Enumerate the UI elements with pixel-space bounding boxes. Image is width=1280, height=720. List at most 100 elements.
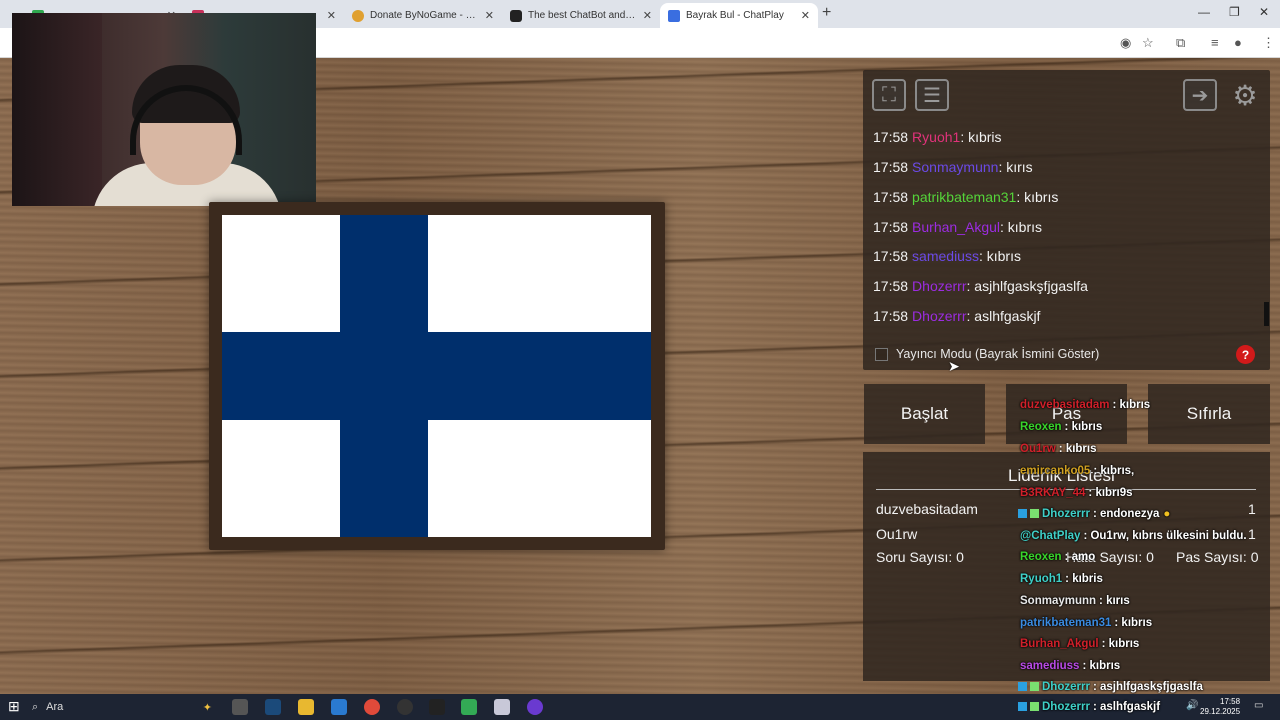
overlay-user: duzvebasitadam	[1020, 399, 1110, 411]
fullscreen-icon[interactable]: ⛶	[872, 79, 906, 111]
task-view-icon[interactable]	[232, 699, 248, 715]
chat-time: 17:58	[873, 308, 909, 324]
mouse-cursor-icon: ➤	[948, 358, 960, 374]
minimize-button[interactable]: —	[1198, 5, 1210, 19]
chat-user: samediuss	[912, 248, 979, 264]
chat-time: 17:58	[873, 189, 909, 205]
list-icon[interactable]: ☰	[915, 79, 949, 111]
file-explorer-icon[interactable]	[298, 699, 314, 715]
app-icon[interactable]	[494, 699, 510, 715]
flag-image	[222, 215, 651, 537]
tab-close-icon[interactable]: ✕	[801, 9, 810, 22]
chat-scrollbar[interactable]	[1264, 302, 1269, 326]
browser-tab-active[interactable]: Bayrak Bul - ChatPlay ✕	[660, 3, 818, 28]
chat-message: 17:58 Burhan_Akgul: kıbrıs	[873, 219, 1042, 235]
overlay-user: Dhozerrr	[1042, 508, 1090, 520]
overlay-text: : kıbrıs	[1064, 421, 1103, 433]
store-icon[interactable]	[331, 699, 347, 715]
overlay-chat-line: Dhozerrr: endonezya ●	[1018, 508, 1170, 520]
overlay-text: : asjhlfgaskşfjgaslfa	[1092, 681, 1203, 693]
notification-icon[interactable]: ▭	[1254, 700, 1263, 711]
leaderboard-name: Ou1rw	[876, 526, 918, 542]
media-control-icon[interactable]: ≡	[1211, 35, 1219, 50]
exit-icon[interactable]: ➔	[1183, 79, 1217, 111]
steam-icon[interactable]	[265, 699, 281, 715]
overlay-text: : kırıs	[1099, 595, 1130, 607]
tab-favicon-icon	[668, 9, 680, 22]
chat-text: : kırıs	[998, 159, 1033, 175]
overlay-user: Reoxen	[1020, 421, 1062, 433]
flag-cross-horizontal	[222, 332, 651, 420]
chat-text: : kıbrıs	[1000, 219, 1043, 235]
chrome-icon[interactable]	[364, 699, 380, 715]
volume-icon[interactable]: 🔊	[1186, 700, 1198, 711]
reset-button[interactable]: Sıfırla	[1148, 384, 1270, 444]
bookmark-star-icon[interactable]: ☆	[1142, 35, 1154, 51]
epic-games-icon[interactable]	[429, 699, 445, 715]
tab-close-icon[interactable]: ✕	[643, 9, 652, 22]
browser-tab-4[interactable]: The best ChatBot and Widgets ✕	[502, 3, 660, 28]
app-icon[interactable]	[397, 699, 413, 715]
windows-start-icon[interactable]: ⊞	[8, 698, 20, 715]
chat-time: 17:58	[873, 159, 909, 175]
chat-message: 17:58 patrikbateman31: kıbrıs	[873, 189, 1058, 205]
overlay-user: samediuss	[1020, 660, 1080, 672]
overlay-chat-line: Reoxen: amo	[1020, 551, 1095, 563]
overlay-user: Reoxen	[1020, 551, 1062, 563]
streamer-mode-checkbox[interactable]	[875, 348, 888, 361]
chat-user: Dhozerrr	[912, 308, 967, 324]
overlay-user: Ryuoh1	[1020, 573, 1063, 585]
browser-tab-3[interactable]: Donate ByNoGame - Gelen/Gi ✕	[344, 3, 502, 28]
obs-icon[interactable]	[527, 699, 543, 715]
eye-off-icon[interactable]: ◉	[1120, 35, 1131, 51]
search-highlight-icon: ✦	[202, 701, 212, 714]
leaderboard-score: 1	[1248, 526, 1256, 542]
overlay-chat-line: patrikbateman31: kıbrıs	[1020, 617, 1152, 629]
leaderboard-name: duzvebasitadam	[876, 501, 978, 517]
overlay-text: : Ou1rw, kıbrıs ülkesini buldu.	[1083, 530, 1247, 542]
pass-button[interactable]: Pas	[1006, 384, 1127, 444]
chat-time: 17:58	[873, 129, 909, 145]
overlay-user: Dhozerrr	[1042, 681, 1090, 693]
extensions-icon[interactable]: ⧉	[1176, 35, 1185, 51]
clock-time: 17:58	[1220, 697, 1241, 706]
tab-favicon-icon	[352, 9, 364, 22]
chat-user: Burhan_Akgul	[912, 219, 1000, 235]
profile-avatar-icon[interactable]: ●	[1234, 35, 1242, 50]
chat-message: 17:58 Ryuoh1: kıbris	[873, 129, 1002, 145]
chat-time: 17:58	[873, 248, 909, 264]
badge-icon	[1018, 682, 1027, 692]
overlay-user: Ou1rw	[1020, 443, 1056, 455]
badge-icon	[1018, 702, 1027, 712]
new-tab-button[interactable]: +	[822, 4, 831, 22]
app-icon[interactable]	[461, 699, 477, 715]
overlay-chat-line: Ou1rw: kıbrıs	[1020, 443, 1097, 455]
overlay-text: : kıbris	[1065, 573, 1103, 585]
overlay-chat-line: @ChatPlay: Ou1rw, kıbrıs ülkesini buldu.	[1020, 530, 1247, 542]
leaderboard-score: 1	[1248, 501, 1256, 517]
chat-message: 17:58 Sonmaymunn: kırıs	[873, 159, 1033, 175]
chat-message: 17:58 Dhozerrr: aslhfgaskjf	[873, 308, 1040, 324]
browser-menu-icon[interactable]: ⋮	[1262, 35, 1275, 51]
overlay-text: : kıbrı9s	[1088, 487, 1133, 499]
streamer-mode-label[interactable]: Yayıncı Modu (Bayrak İsmini Göster)	[896, 347, 1099, 361]
chat-user: Ryuoh1	[912, 129, 961, 145]
tab-close-icon[interactable]: ✕	[485, 9, 494, 22]
chat-message: 17:58 samediuss: kıbrıs	[873, 248, 1021, 264]
help-button[interactable]: ?	[1236, 345, 1255, 364]
gear-icon[interactable]: ⚙	[1228, 79, 1262, 111]
start-button[interactable]: Başlat	[864, 384, 985, 444]
overlay-user: Burhan_Akgul	[1020, 638, 1099, 650]
webcam-overlay	[12, 13, 316, 206]
taskbar-search[interactable]: ⌕ Ara ✦	[32, 697, 212, 717]
close-window-button[interactable]: ✕	[1259, 5, 1269, 19]
overlay-chat-line: Reoxen: kıbrıs	[1020, 421, 1102, 433]
overlay-text: : kıbrıs	[1112, 399, 1151, 411]
taskbar-clock[interactable]: 17:58 29.12.2025	[1200, 697, 1240, 717]
tab-close-icon[interactable]: ✕	[327, 9, 336, 22]
badge-icon	[1030, 702, 1039, 712]
clock-date: 29.12.2025	[1200, 707, 1241, 716]
overlay-chat-line: Dhozerrr: aslhfgaskjf	[1018, 701, 1160, 713]
restore-button[interactable]: ❐	[1229, 5, 1240, 19]
chat-text: : asjhlfgaskşfjgaslfa	[966, 278, 1088, 294]
